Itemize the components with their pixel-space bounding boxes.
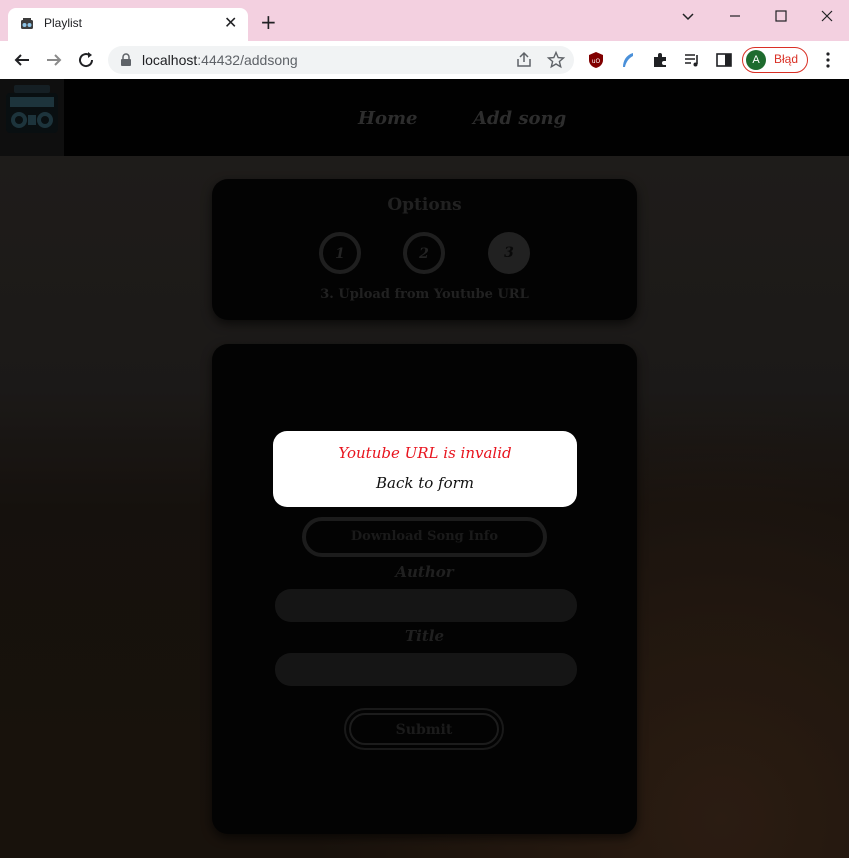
browser-tab-strip: Playlist ✕ + xyxy=(0,0,849,41)
error-message: Youtube URL is invalid xyxy=(338,444,512,462)
avatar: A xyxy=(746,50,766,70)
bookmark-star-icon[interactable] xyxy=(546,50,566,70)
forward-arrow-icon[interactable] xyxy=(44,50,64,70)
tab-close-icon[interactable]: ✕ xyxy=(224,14,237,32)
back-arrow-icon[interactable] xyxy=(12,50,32,70)
reload-icon[interactable] xyxy=(76,50,96,70)
minimize-icon[interactable] xyxy=(725,6,745,26)
tab-search-chevron-icon[interactable] xyxy=(678,6,698,26)
share-icon[interactable] xyxy=(514,50,534,70)
feather-extension-icon[interactable] xyxy=(618,50,638,70)
browser-tab-playlist[interactable]: Playlist ✕ xyxy=(8,8,248,41)
radio-favicon-icon xyxy=(21,18,33,29)
browser-menu-icon[interactable] xyxy=(818,50,838,70)
side-panel-icon[interactable] xyxy=(714,50,734,70)
tab-title: Playlist xyxy=(44,16,83,30)
profile-error-label: Błąd xyxy=(774,52,799,66)
lock-icon[interactable] xyxy=(120,53,132,67)
maximize-icon[interactable] xyxy=(771,6,791,26)
error-dialog: Youtube URL is invalid Back to form xyxy=(273,431,577,507)
svg-text:uO: uO xyxy=(592,58,601,65)
new-tab-button[interactable]: + xyxy=(260,12,277,32)
address-bar[interactable]: localhost:44432/addsong xyxy=(108,46,574,74)
url-text[interactable]: localhost:44432/addsong xyxy=(142,52,298,68)
media-queue-icon[interactable] xyxy=(682,50,702,70)
profile-button[interactable]: A Błąd xyxy=(742,47,808,73)
close-window-icon[interactable] xyxy=(817,6,837,26)
browser-toolbar: localhost:44432/addsong uO A Błąd xyxy=(0,41,849,79)
extensions-puzzle-icon[interactable] xyxy=(650,50,670,70)
back-to-form-button[interactable]: Back to form xyxy=(273,474,577,492)
ublock-shield-icon[interactable]: uO xyxy=(586,50,606,70)
